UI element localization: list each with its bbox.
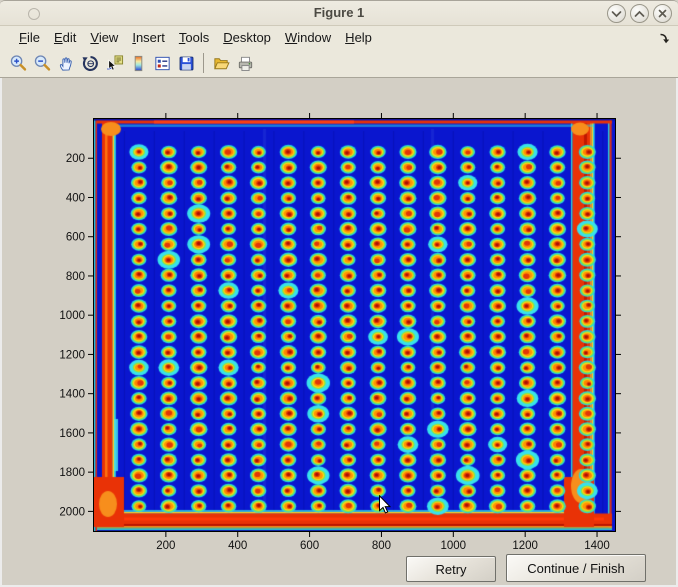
y-tick-label: 1000 xyxy=(59,310,85,322)
y-tick-label: 1800 xyxy=(59,467,85,479)
close-button[interactable] xyxy=(653,4,672,23)
y-tick-label: 400 xyxy=(66,192,85,204)
menu-item-edit[interactable]: Edit xyxy=(47,28,83,47)
x-tick-label: 600 xyxy=(300,540,319,552)
menu-item-window[interactable]: Window xyxy=(278,28,338,47)
shade-button[interactable] xyxy=(607,4,626,23)
titlebar[interactable]: Figure 1 xyxy=(0,1,678,26)
y-tick-label: 200 xyxy=(66,153,85,165)
pan-icon[interactable] xyxy=(54,52,78,74)
retry-button[interactable]: Retry xyxy=(406,556,496,582)
insert-legend-icon[interactable] xyxy=(150,52,174,74)
menu-item-help[interactable]: Help xyxy=(338,28,379,47)
figure-canvas-area: 200 400 600 800 1000 1200 1400 200 400 600 800 1000… xyxy=(0,78,678,587)
x-tick-label: 1000 xyxy=(441,540,467,552)
x-tick-label: 400 xyxy=(228,540,247,552)
rotate-3d-icon[interactable] xyxy=(78,52,102,74)
menu-item-view[interactable]: View xyxy=(83,28,125,47)
zoom-in-icon[interactable] xyxy=(6,52,30,74)
close-icon xyxy=(658,9,667,18)
microarray-image[interactable] xyxy=(94,119,615,531)
x-tick-label: 200 xyxy=(156,540,175,552)
menubar: FileEditViewInsertToolsDesktopWindowHelp xyxy=(0,26,678,49)
toolbar-separator xyxy=(203,53,204,73)
save-figure-icon[interactable] xyxy=(174,52,198,74)
dock-figure-arrow-icon[interactable] xyxy=(658,31,670,49)
menu-item-tools[interactable]: Tools xyxy=(172,28,216,47)
x-tick-label: 1400 xyxy=(584,540,610,552)
insert-colorbar-icon[interactable] xyxy=(126,52,150,74)
y-tick-label: 600 xyxy=(66,232,85,244)
chevron-up-icon xyxy=(634,10,645,18)
figure-toolbar xyxy=(0,49,678,78)
figure-window: Figure 1 FileEditViewInsertToolsDesktopW… xyxy=(0,0,678,587)
zoom-out-icon[interactable] xyxy=(30,52,54,74)
y-tick-label: 1600 xyxy=(59,428,85,440)
window-title: Figure 1 xyxy=(0,5,678,20)
data-cursor-icon[interactable] xyxy=(102,52,126,74)
print-figure-icon[interactable] xyxy=(233,52,257,74)
x-tick-label: 800 xyxy=(372,540,391,552)
y-tick-label: 1400 xyxy=(59,389,85,401)
unshade-button[interactable] xyxy=(630,4,649,23)
menu-item-file[interactable]: File xyxy=(12,28,47,47)
y-tick-label: 800 xyxy=(66,271,85,283)
y-tick-label: 1200 xyxy=(59,349,85,361)
continue-finish-button[interactable]: Continue / Finish xyxy=(506,554,646,582)
open-file-icon[interactable] xyxy=(209,52,233,74)
menu-item-desktop[interactable]: Desktop xyxy=(216,28,278,47)
y-tick-label: 2000 xyxy=(59,506,85,518)
x-tick-label: 1200 xyxy=(512,540,538,552)
menu-item-insert[interactable]: Insert xyxy=(125,28,172,47)
chevron-down-icon xyxy=(611,10,622,18)
